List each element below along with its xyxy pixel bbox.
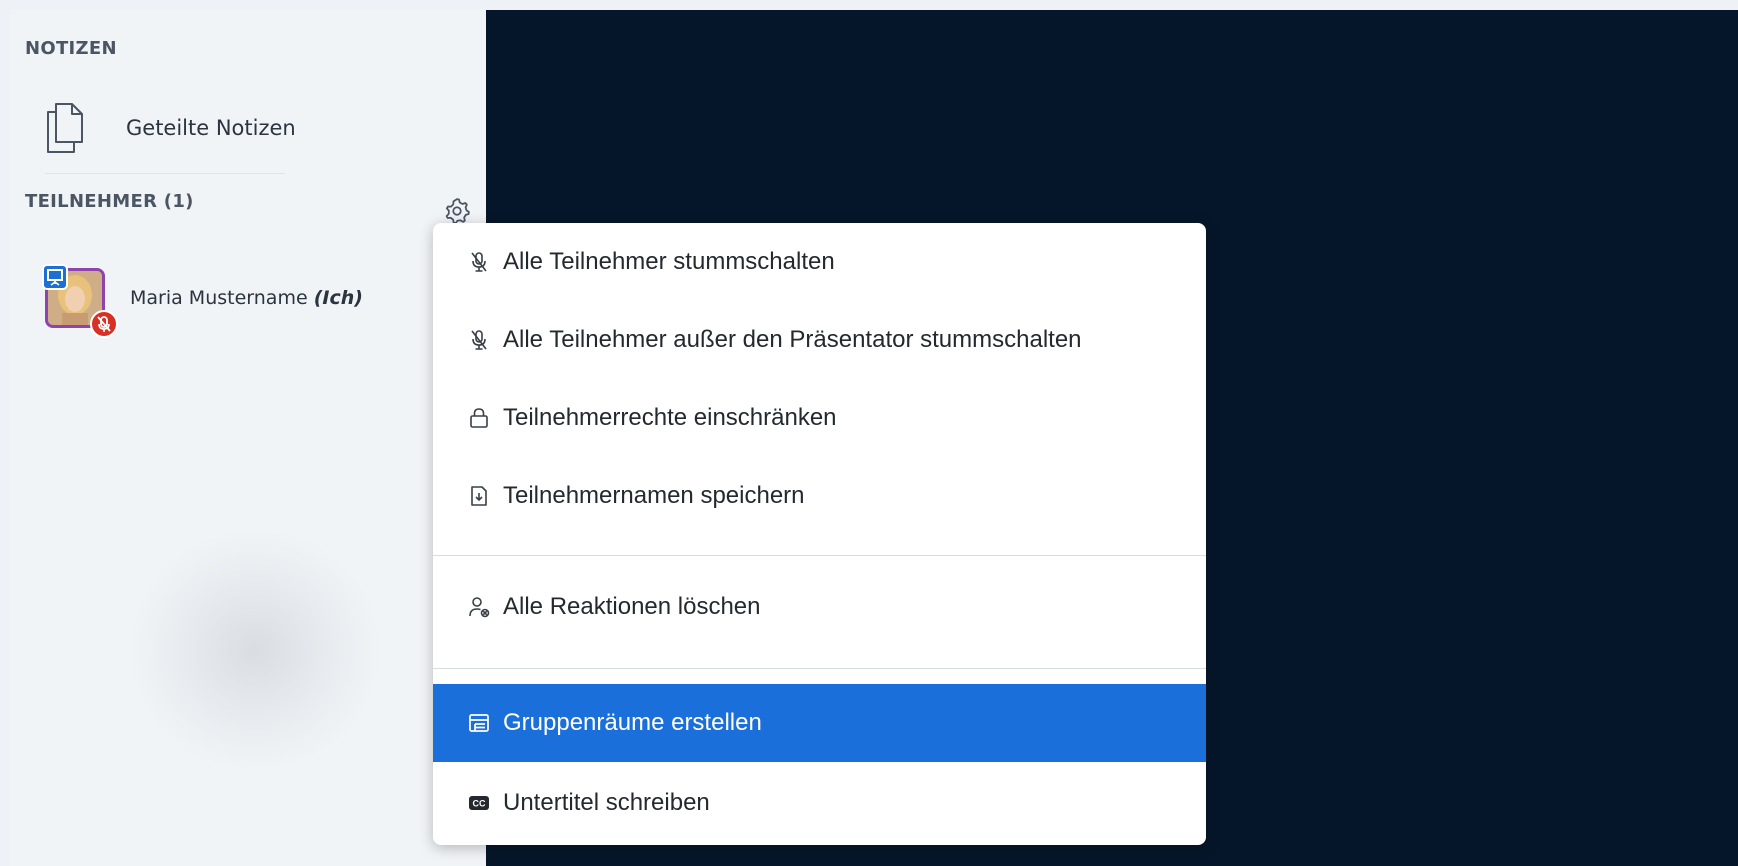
notes-section-title: NOTIZEN xyxy=(25,38,117,59)
menu-item-write-captions[interactable]: CC Untertitel schreiben xyxy=(433,764,1206,842)
clear-status-icon xyxy=(469,597,490,618)
menu-item-label: Teilnehmernamen speichern xyxy=(503,482,805,509)
participant-you-label: (Ich) xyxy=(313,287,363,309)
background-blur xyxy=(130,530,380,770)
shared-notes-label: Geteilte Notizen xyxy=(126,116,296,140)
menu-item-mute-all[interactable]: Alle Teilnehmer stummschalten xyxy=(433,223,1206,301)
menu-divider xyxy=(433,668,1206,669)
menu-item-lock-viewers[interactable]: Teilnehmerrechte einschränken xyxy=(433,379,1206,457)
notes-divider xyxy=(45,173,285,174)
participant-name-text: Maria Mustername xyxy=(130,287,308,309)
muted-mic-icon xyxy=(90,310,118,338)
rooms-icon xyxy=(469,714,489,732)
menu-divider xyxy=(433,555,1206,556)
participants-options-menu: Alle Teilnehmer stummschalten Alle Teiln… xyxy=(433,223,1206,845)
menu-item-label: Gruppenräume erstellen xyxy=(503,709,762,736)
menu-item-save-names[interactable]: Teilnehmernamen speichern xyxy=(433,457,1206,535)
participants-section-title: TEILNEHMER (1) xyxy=(25,191,194,212)
mute-icon xyxy=(471,252,487,272)
sidebar: NOTIZEN Geteilte Notizen TEILNEHMER (1) xyxy=(10,10,486,866)
participant-row[interactable]: Maria Mustername (Ich) xyxy=(30,258,450,338)
menu-item-create-breakout-rooms[interactable]: Gruppenräume erstellen xyxy=(433,684,1206,762)
menu-item-label: Alle Teilnehmer außer den Präsentator st… xyxy=(503,326,1082,353)
menu-item-label: Alle Teilnehmer stummschalten xyxy=(503,248,835,275)
file-download-icon xyxy=(471,486,487,506)
menu-item-label: Alle Reaktionen löschen xyxy=(503,593,761,620)
presenter-icon xyxy=(42,264,68,290)
participant-name: Maria Mustername (Ich) xyxy=(130,287,363,309)
lock-icon xyxy=(470,408,488,428)
gear-icon[interactable] xyxy=(442,196,472,226)
notes-icon xyxy=(47,103,83,153)
svg-text:CC: CC xyxy=(473,799,486,809)
shared-notes-item[interactable]: Geteilte Notizen xyxy=(40,90,460,166)
menu-item-label: Teilnehmerrechte einschränken xyxy=(503,404,837,431)
menu-item-label: Untertitel schreiben xyxy=(503,789,710,816)
menu-item-clear-reactions[interactable]: Alle Reaktionen löschen xyxy=(433,568,1206,646)
menu-item-mute-all-except-presenter[interactable]: Alle Teilnehmer außer den Präsentator st… xyxy=(433,301,1206,379)
closed-captions-icon: CC xyxy=(469,796,489,810)
mute-icon xyxy=(471,330,487,350)
